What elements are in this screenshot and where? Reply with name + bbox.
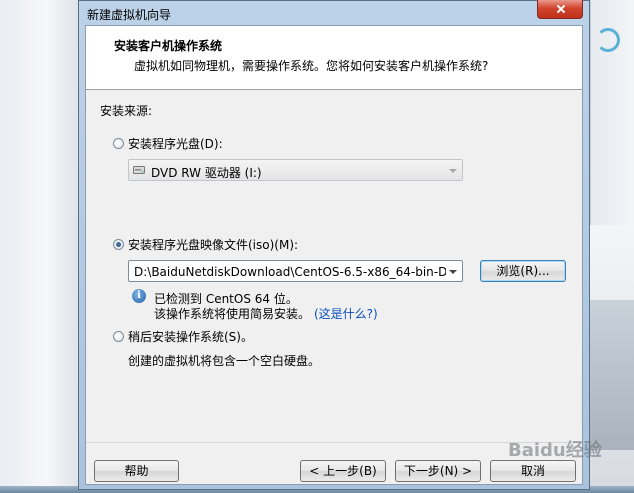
later-option-label[interactable]: 稍后安装操作系统(S)。 xyxy=(128,328,253,345)
iso-path-combobox[interactable]: D:\BaiduNetdiskDownload\CentOS-6.5-x86_6… xyxy=(128,260,463,282)
title-bar[interactable]: 新建虚拟机向导 xyxy=(79,0,589,25)
new-vm-wizard-dialog: 新建虚拟机向导 安装客户机操作系统 虚拟机如同物理机，需要操作系统。您将如何安装… xyxy=(78,0,590,490)
later-radio[interactable] xyxy=(113,331,124,342)
chevron-down-icon xyxy=(449,169,457,173)
disc-radio[interactable] xyxy=(113,138,124,149)
background-app-right xyxy=(590,0,634,493)
info-icon: i xyxy=(132,289,146,303)
disc-drive-select[interactable]: DVD RW 驱动器 (I:) xyxy=(128,159,463,181)
window-title: 新建虚拟机向导 xyxy=(87,8,172,22)
browse-button[interactable]: 浏览(R)... xyxy=(480,260,566,282)
close-button[interactable] xyxy=(537,0,583,19)
dialog-client-area: 安装客户机操作系统 虚拟机如同物理机，需要操作系统。您将如何安装客户机操作系统?… xyxy=(85,25,583,485)
background-band xyxy=(590,300,634,450)
later-description: 创建的虚拟机将包含一个空白硬盘。 xyxy=(128,354,321,368)
dvd-drive-icon xyxy=(133,166,145,174)
what-is-this-link[interactable]: (这是什么?) xyxy=(314,305,378,322)
back-button[interactable]: < 上一步(B) xyxy=(300,460,386,482)
help-button[interactable]: 帮助 xyxy=(94,460,179,482)
chevron-down-icon xyxy=(449,270,457,274)
background-app-left xyxy=(0,0,78,493)
next-button[interactable]: 下一步(N) > xyxy=(395,460,481,482)
install-source-label: 安装来源: xyxy=(100,104,153,118)
cancel-button[interactable]: 取消 xyxy=(490,460,576,482)
disc-drive-value: DVD RW 驱动器 (I:) xyxy=(151,166,262,180)
background-ring-icon xyxy=(596,28,620,52)
easy-install-text: 该操作系统将使用简易安装。 xyxy=(154,307,311,321)
page-subtitle: 虚拟机如同物理机，需要操作系统。您将如何安装客户机操作系统? xyxy=(134,59,489,73)
disc-option-label[interactable]: 安装程序光盘(D): xyxy=(128,135,223,152)
wizard-header: 安装客户机操作系统 虚拟机如同物理机，需要操作系统。您将如何安装客户机操作系统? xyxy=(86,26,582,90)
page-title: 安装客户机操作系统 xyxy=(114,39,223,53)
iso-radio[interactable] xyxy=(113,239,124,250)
iso-option-label[interactable]: 安装程序光盘映像文件(iso)(M): xyxy=(128,236,298,253)
iso-path-value: D:\BaiduNetdiskDownload\CentOS-6.5-x86_6… xyxy=(134,265,446,279)
baidu-watermark: Baidu经验 xyxy=(508,440,602,461)
